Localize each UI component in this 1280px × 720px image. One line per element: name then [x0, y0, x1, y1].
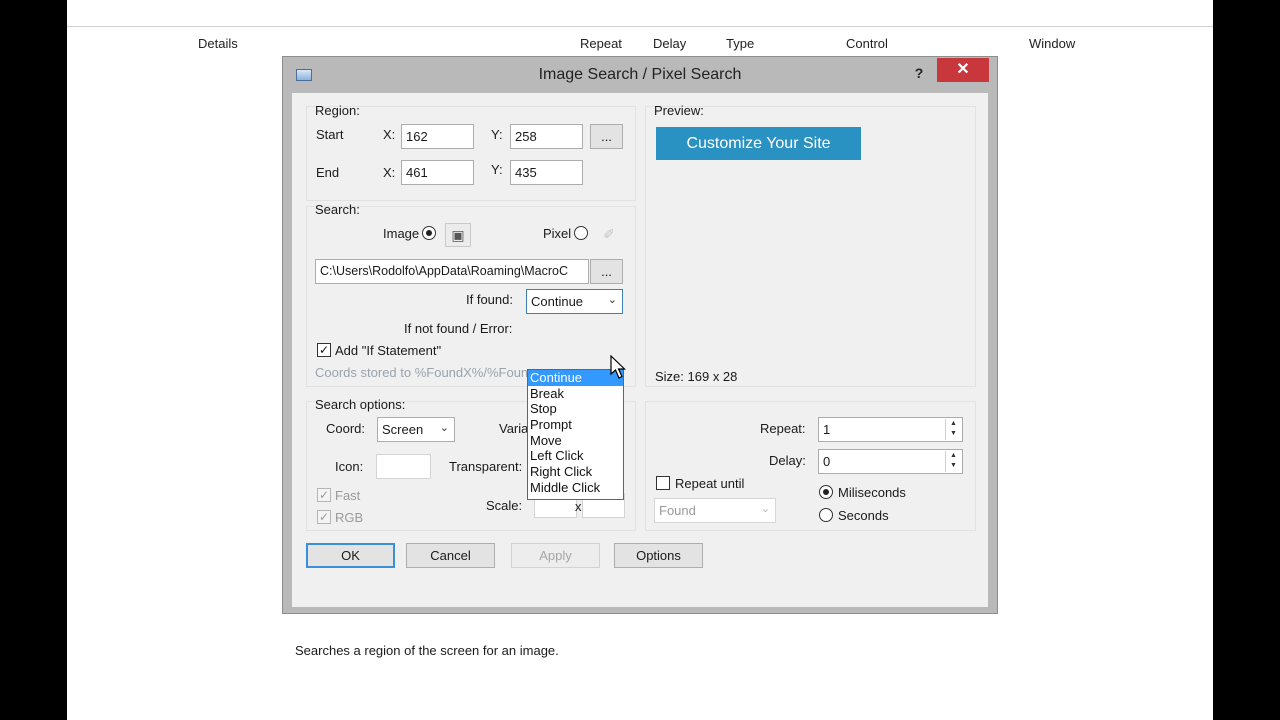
- delay-label: Delay:: [769, 453, 806, 468]
- pixel-radio-label: Pixel: [543, 226, 572, 241]
- transparent-label: Transparent:: [449, 459, 523, 474]
- coord-label: Coord:: [326, 421, 366, 436]
- dialog-titlebar[interactable]: Image Search / Pixel Search ? ✕: [283, 57, 997, 93]
- delay-value: 0: [823, 454, 831, 469]
- delay-spinner-icon[interactable]: ▲ ▼: [945, 451, 961, 472]
- if-found-select[interactable]: Continue ⌄: [526, 289, 623, 314]
- scale-label: Scale:: [486, 498, 523, 513]
- end-label: End: [316, 165, 340, 180]
- dropdown-option[interactable]: Left Click: [528, 448, 623, 464]
- repeat-spinner-icon[interactable]: ▲ ▼: [945, 419, 961, 440]
- seconds-label: Seconds: [838, 508, 889, 523]
- region-label: Region:: [315, 103, 360, 118]
- icon-label: Icon:: [335, 459, 364, 474]
- dropdown-option[interactable]: Right Click: [528, 464, 623, 480]
- coord-value: Screen: [382, 422, 424, 437]
- seconds-radio[interactable]: [819, 508, 833, 522]
- column-header-delay[interactable]: Delay: [653, 36, 686, 51]
- image-radio[interactable]: [422, 226, 436, 240]
- preview-label: Preview:: [654, 103, 704, 118]
- repeat-until-label: Repeat until: [675, 476, 745, 491]
- add-if-statement-label: Add "If Statement": [335, 343, 442, 358]
- pixel-radio[interactable]: [574, 226, 588, 240]
- search-label: Search:: [315, 202, 360, 217]
- size-label: Size: 169 x 28: [655, 369, 738, 384]
- rgb-checkbox[interactable]: ✓: [317, 510, 331, 524]
- start-y-label: Y:: [491, 127, 503, 142]
- repeat-until-value: Found: [659, 503, 696, 518]
- fast-checkbox[interactable]: ✓: [317, 488, 331, 502]
- ok-button[interactable]: OK: [306, 543, 395, 568]
- column-header-details[interactable]: Details: [198, 36, 238, 51]
- dropdown-option[interactable]: Break: [528, 386, 623, 402]
- if-found-dropdown-list[interactable]: Continue Break Stop Prompt Move Left Cli…: [527, 369, 624, 500]
- region-browse-button[interactable]: ...: [590, 124, 623, 149]
- repeat-until-checkbox[interactable]: [656, 476, 670, 490]
- if-found-label: If found:: [466, 292, 513, 307]
- coords-stored-label: Coords stored to %FoundX%/%Found: [315, 365, 527, 380]
- if-found-value: Continue: [531, 294, 584, 309]
- image-path-input[interactable]: C:\Users\Rodolfo\AppData\Roaming\MacroC: [315, 259, 589, 284]
- end-y-label: Y:: [491, 162, 503, 177]
- cancel-button[interactable]: Cancel: [406, 543, 495, 568]
- scale-x-label: x: [575, 499, 582, 514]
- coord-select[interactable]: Screen ⌄: [377, 417, 455, 442]
- search-options-label: Search options:: [315, 397, 406, 412]
- start-x-label: X:: [383, 127, 396, 142]
- add-if-statement-checkbox[interactable]: ✓: [317, 343, 331, 357]
- repeat-value: 1: [823, 422, 831, 437]
- miliseconds-label: Miliseconds: [838, 485, 906, 500]
- dropdown-option[interactable]: Prompt: [528, 417, 623, 433]
- miliseconds-radio[interactable]: [819, 485, 833, 499]
- icon-input[interactable]: [376, 454, 431, 479]
- end-y-input[interactable]: 435: [510, 160, 583, 185]
- repeat-until-select[interactable]: Found ⌄: [654, 498, 776, 523]
- rgb-label: RGB: [335, 510, 364, 525]
- dialog-title: Image Search / Pixel Search: [538, 66, 742, 83]
- end-x-label: X:: [383, 165, 396, 180]
- header-divider: [67, 26, 1213, 27]
- chevron-down-icon: ⌄: [607, 294, 617, 306]
- column-header-window[interactable]: Window: [1029, 36, 1075, 51]
- variation-label: Varia: [499, 421, 529, 436]
- options-button[interactable]: Options: [614, 543, 703, 568]
- mouse-cursor-icon: [610, 355, 626, 379]
- fast-label: Fast: [335, 488, 361, 503]
- dropdown-option[interactable]: Move: [528, 433, 623, 449]
- delay-input[interactable]: 0 ▲ ▼: [818, 449, 963, 474]
- region-group: [306, 106, 636, 201]
- screenshot-capture-icon[interactable]: ▣: [445, 223, 471, 247]
- apply-button[interactable]: Apply: [511, 543, 600, 568]
- repeat-input[interactable]: 1 ▲ ▼: [818, 417, 963, 442]
- dropdown-option[interactable]: Stop: [528, 401, 623, 417]
- preview-image: Customize Your Site: [656, 127, 861, 160]
- column-header-control[interactable]: Control: [846, 36, 888, 51]
- column-header-repeat[interactable]: Repeat: [580, 36, 622, 51]
- status-bar: Searches a region of the screen for an i…: [295, 643, 559, 658]
- column-header-type[interactable]: Type: [726, 36, 754, 51]
- start-y-input[interactable]: 258: [510, 124, 583, 149]
- dialog-client-area: Region: Start X: 162 Y: 258 ... End X: 4…: [292, 93, 988, 658]
- dropdown-option[interactable]: Middle Click: [528, 480, 623, 496]
- image-radio-label: Image: [383, 226, 420, 241]
- image-search-dialog: Image Search / Pixel Search ? ✕ Region: …: [282, 56, 998, 658]
- start-x-input[interactable]: 162: [401, 124, 474, 149]
- repeat-label: Repeat:: [760, 421, 806, 436]
- close-button[interactable]: ✕: [937, 58, 989, 82]
- help-button[interactable]: ?: [909, 63, 929, 83]
- eyedropper-icon[interactable]: ✐: [596, 223, 622, 247]
- chevron-down-icon: ⌄: [760, 503, 770, 515]
- start-label: Start: [316, 127, 344, 142]
- end-x-input[interactable]: 461: [401, 160, 474, 185]
- chevron-down-icon: ⌄: [439, 422, 449, 434]
- dropdown-option[interactable]: Continue: [528, 370, 623, 386]
- if-not-found-label: If not found / Error:: [404, 321, 513, 336]
- image-browse-button[interactable]: ...: [590, 259, 623, 284]
